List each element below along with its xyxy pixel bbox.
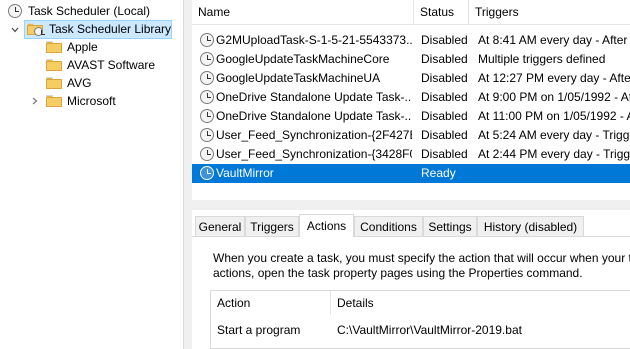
task-name: VaultMirror: [216, 166, 274, 180]
column-header-name[interactable]: Name: [192, 0, 414, 24]
task-details-pane: General Triggers Actions Conditions Sett…: [192, 210, 630, 349]
tree-folder-label: AVAST Software: [67, 58, 156, 72]
tree-folder-label: Microsoft: [67, 94, 116, 108]
task-status: Disabled: [421, 52, 468, 66]
task-icon: [200, 52, 214, 66]
task-icon: [200, 128, 214, 142]
task-name: GoogleUpdateTaskMachineUA: [216, 71, 381, 85]
task-triggers: At 12:27 PM every day - After: [478, 71, 630, 85]
task-status: Disabled: [421, 109, 468, 123]
pane-splitter[interactable]: [192, 200, 630, 210]
action-details[interactable]: C:\VaultMirror\VaultMirror-2019.bat: [331, 321, 630, 339]
task-triggers: At 2:44 PM every day - Trigge: [478, 147, 630, 161]
task-status: Disabled: [421, 147, 468, 161]
task-row[interactable]: G2MUploadTask-S-1-5-21-5543373... Disabl…: [192, 31, 630, 50]
task-triggers: [478, 164, 630, 183]
tree-item-apple[interactable]: Apple: [44, 38, 174, 56]
task-status: Ready: [421, 166, 456, 180]
task-row-selected[interactable]: VaultMirror Ready: [192, 164, 630, 183]
tab-history[interactable]: History (disabled): [477, 216, 584, 236]
actions-description: When you create a task, you must specify…: [213, 251, 630, 281]
folder-icon: [46, 59, 62, 71]
task-list-header: Name Status Triggers: [192, 0, 630, 25]
navigation-tree: Task Scheduler (Local) Task Scheduler Li…: [0, 0, 184, 349]
description-line: When you create a task, you must specify…: [213, 251, 630, 265]
task-triggers: Multiple triggers defined: [478, 52, 606, 66]
tab-conditions[interactable]: Conditions: [354, 216, 423, 236]
task-status: Disabled: [421, 71, 468, 85]
folder-icon: [46, 77, 62, 89]
task-triggers: At 11:00 PM on 1/05/1992 - Af: [478, 109, 630, 123]
task-status: Disabled: [421, 90, 468, 104]
library-clock-icon: [34, 27, 45, 36]
tree-folder-label: Apple: [67, 40, 98, 54]
task-scheduler-icon: [8, 4, 22, 18]
task-name: GoogleUpdateTaskMachineCore: [216, 52, 390, 66]
tree-folder-label: AVG: [67, 76, 92, 90]
tab-triggers[interactable]: Triggers: [245, 216, 299, 236]
task-icon: [200, 109, 214, 123]
tree-root-task-scheduler[interactable]: Task Scheduler (Local): [0, 2, 183, 20]
task-icon: [200, 71, 214, 85]
task-name: G2MUploadTask-S-1-5-21-5543373...: [216, 33, 412, 47]
tree-root-label: Task Scheduler (Local): [28, 4, 151, 18]
tab-settings[interactable]: Settings: [423, 216, 477, 236]
task-name: User_Feed_Synchronization-{2F427E...: [216, 128, 412, 142]
pane-gap: [184, 0, 192, 349]
task-status: Disabled: [421, 33, 468, 47]
task-status: Disabled: [421, 128, 468, 142]
actions-header-details[interactable]: Details: [331, 291, 630, 315]
column-header-status[interactable]: Status: [414, 0, 469, 24]
chevron-down-icon[interactable]: [11, 26, 19, 34]
tab-general[interactable]: General: [195, 216, 245, 236]
folder-icon: [46, 95, 62, 107]
task-row[interactable]: User_Feed_Synchronization-{2F427E... Dis…: [192, 126, 630, 145]
folder-icon: [46, 41, 62, 53]
task-triggers: At 8:41 AM every day - After t: [478, 33, 630, 47]
task-list: Name Status Triggers G2MUploadTask-S-1-5…: [192, 0, 630, 200]
task-row[interactable]: GoogleUpdateTaskMachineCore Disabled Mul…: [192, 50, 630, 69]
tree-item-microsoft[interactable]: Microsoft: [44, 92, 174, 110]
task-triggers: At 9:00 PM on 1/05/1992 - Afte: [478, 90, 630, 104]
description-line: actions, open the task property pages us…: [213, 266, 583, 280]
task-row[interactable]: OneDrive Standalone Update Task-... Disa…: [192, 107, 630, 126]
task-row[interactable]: User_Feed_Synchronization-{3428F0... Dis…: [192, 145, 630, 164]
actions-header-action[interactable]: Action: [211, 291, 331, 315]
task-triggers: At 5:24 AM every day - Trigge: [478, 128, 630, 142]
tree-item-avg[interactable]: AVG: [44, 74, 174, 92]
tab-actions[interactable]: Actions: [299, 214, 354, 237]
task-row[interactable]: GoogleUpdateTaskMachineUA Disabled At 12…: [192, 69, 630, 88]
task-icon: [200, 33, 214, 47]
task-icon: [200, 90, 214, 104]
column-header-triggers[interactable]: Triggers: [469, 0, 630, 24]
chevron-right-icon[interactable]: [31, 97, 39, 105]
tree-item-library[interactable]: Task Scheduler Library: [24, 20, 172, 39]
task-row[interactable]: OneDrive Standalone Update Task-... Disa…: [192, 88, 630, 107]
task-name: OneDrive Standalone Update Task-...: [216, 90, 412, 104]
tree-library-label: Task Scheduler Library: [49, 22, 172, 36]
task-icon: [200, 147, 214, 161]
actions-table: Action Details Start a program C:\VaultM…: [210, 290, 630, 349]
action-type[interactable]: Start a program: [211, 321, 331, 339]
task-name: User_Feed_Synchronization-{3428F0...: [216, 147, 412, 161]
task-name: OneDrive Standalone Update Task-...: [216, 109, 412, 123]
tree-item-avast-software[interactable]: AVAST Software: [44, 56, 174, 74]
task-icon: [200, 166, 214, 180]
tab-divider: [192, 236, 630, 237]
